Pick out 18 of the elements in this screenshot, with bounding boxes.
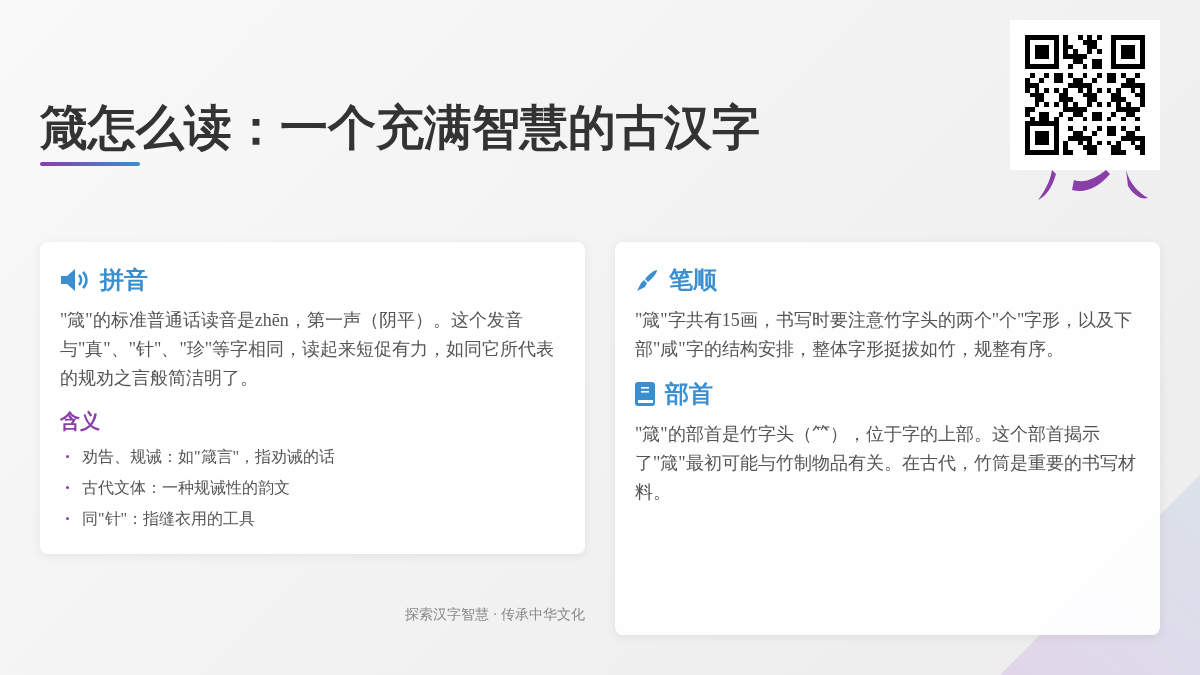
book-icon (635, 382, 655, 406)
speaker-icon (60, 268, 90, 292)
meaning-item: 劝告、规诫：如"箴言"，指劝诫的话 (82, 447, 336, 467)
bullet-icon (66, 455, 69, 458)
bullet-icon (66, 517, 69, 520)
section-heading: 拼音 (100, 266, 148, 295)
meaning-item: 古代文体：一种规诫性的韵文 (82, 478, 290, 498)
meaning-heading: 含义 (60, 409, 101, 434)
page-title: 箴怎么读：一个充满智慧的古汉字 (40, 100, 760, 156)
section-heading: 部首 (665, 380, 713, 409)
pen-icon (635, 268, 659, 292)
footer-text: 探索汉字智慧 · 传承中华文化 (405, 606, 585, 624)
bullet-icon (66, 486, 69, 489)
pinyin-paragraph: "箴"的标准普通话读音是zhēn，第一声（阴平）。这个发音与"真"、"针"、"珍"等字相同，读起来短促有力，如同它所代表的规劝之言般简洁明了。 (60, 309, 556, 390)
section-heading: 笔顺 (669, 266, 717, 295)
section-paragraph: "箴"字共有15画，书写时要注意竹字头的两个"个"字形，以及下部"咸"字的结构安排，整体字形挺拔如竹，规整有序。 (635, 309, 1134, 361)
meaning-item: 同"针"：指缝衣用的工具 (82, 509, 256, 529)
section-paragraph: "箴"的部首是竹字头（⺮），位于字的上部。这个部首揭示了"箴"最初可能与竹制物品有关。在古代，竹筒是重要的书写材料。 (635, 423, 1137, 504)
